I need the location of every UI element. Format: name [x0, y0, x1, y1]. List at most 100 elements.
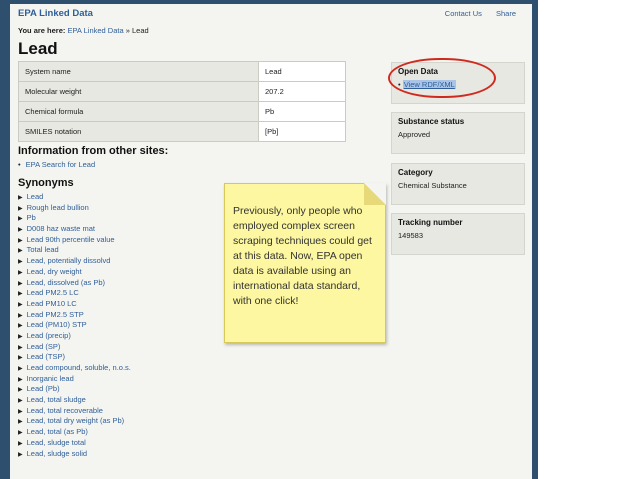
- expand-arrow-icon: ▶: [18, 195, 23, 201]
- table-row: Chemical formula Pb: [18, 101, 346, 122]
- synonym-label: Total lead: [26, 245, 59, 255]
- expand-arrow-icon: ▶: [18, 323, 23, 330]
- synonym-label: Lead PM2.5 STP: [26, 309, 84, 319]
- synonym-item[interactable]: ▶ Lead compound, soluble, n.o.s.: [18, 363, 131, 374]
- category-box: Category Chemical Substance: [391, 163, 525, 205]
- expand-arrow-icon: ▶: [18, 440, 23, 447]
- category-value: Chemical Substance: [398, 181, 467, 190]
- synonym-item[interactable]: ▶ Inorganic lead: [18, 374, 131, 385]
- expand-arrow-icon: ▶: [18, 344, 23, 351]
- expand-arrow-icon: ▶: [18, 333, 23, 340]
- expand-arrow-icon: ▶: [18, 355, 23, 362]
- expand-arrow-icon: ▶: [18, 398, 23, 405]
- property-key: System name: [18, 61, 259, 82]
- synonym-label: Lead (precip): [26, 330, 71, 340]
- expand-arrow-icon: ▶: [18, 216, 23, 223]
- synonym-label: Pb: [26, 213, 36, 223]
- synonym-item[interactable]: ▶ Lead PM2.5 LC: [18, 288, 131, 299]
- synonym-item[interactable]: ▶ D008 haz waste mat: [18, 224, 131, 235]
- share-link[interactable]: Share: [496, 9, 516, 18]
- property-value: [Pb]: [258, 121, 346, 142]
- substance-status-box: Substance status Approved: [391, 112, 525, 154]
- property-value: 207.2: [258, 81, 346, 102]
- browser-page: EPA Linked Data Contact Us Share You are…: [10, 0, 532, 479]
- site-header: EPA Linked Data Contact Us Share: [18, 8, 524, 24]
- synonym-item[interactable]: ▶ Lead (precip): [18, 331, 131, 342]
- annotation-text: Previously, only people who employed com…: [233, 205, 372, 307]
- synonym-item[interactable]: ▶ Lead (TSP): [18, 352, 131, 363]
- table-row: System name Lead: [18, 61, 346, 82]
- synonym-item[interactable]: ▶ Rough lead bullion: [18, 203, 131, 214]
- substance-status-title: Substance status: [398, 117, 465, 126]
- expand-arrow-icon: ▶: [18, 419, 23, 426]
- synonym-item[interactable]: ▶ Lead, total recoverable: [18, 406, 131, 417]
- synonym-label: Lead, sludge total: [26, 437, 86, 447]
- synonym-item[interactable]: ▶ Lead, total sludge: [18, 395, 131, 406]
- synonym-item[interactable]: ▶ Lead PM2.5 STP: [18, 310, 131, 321]
- synonym-item[interactable]: ▶ Lead (PM10) STP: [18, 320, 131, 331]
- synonym-label: Lead, dry weight: [26, 266, 82, 276]
- synonym-label: D008 haz waste mat: [26, 224, 95, 234]
- synonym-item[interactable]: ▶ Pb: [18, 213, 131, 224]
- expand-arrow-icon: ▶: [18, 291, 23, 298]
- property-value: Lead: [258, 61, 346, 82]
- expand-arrow-icon: ▶: [18, 408, 23, 415]
- synonym-label: Lead, total dry weight (as Pb): [26, 416, 125, 426]
- properties-table: System name Lead Molecular weight 207.2 …: [18, 61, 346, 142]
- expand-arrow-icon: ▶: [18, 451, 23, 458]
- breadcrumb-current: Lead: [132, 26, 149, 35]
- other-sites-heading: Information from other sites:: [18, 145, 169, 157]
- synonym-label: Lead, sludge solid: [26, 448, 88, 458]
- expand-arrow-icon: ▶: [18, 376, 23, 383]
- synonym-item[interactable]: ▶ Lead, sludge total: [18, 438, 131, 449]
- synonym-item[interactable]: ▶ Lead, total dry weight (as Pb): [18, 416, 131, 427]
- category-title: Category: [398, 168, 433, 177]
- synonym-item[interactable]: ▶ Lead, dissolved (as Pb): [18, 278, 131, 289]
- synonym-label: Rough lead bullion: [26, 202, 89, 212]
- synonym-item[interactable]: ▶ Lead, total (as Pb): [18, 427, 131, 438]
- breadcrumb-separator: »: [125, 26, 130, 35]
- synonym-item[interactable]: ▶ Lead, dry weight: [18, 267, 131, 278]
- highlight-oval: [388, 58, 496, 98]
- other-sites-list: EPA Search for Lead: [18, 160, 96, 170]
- expand-arrow-icon: ▶: [18, 269, 23, 276]
- expand-arrow-icon: ▶: [18, 237, 23, 244]
- expand-arrow-icon: ▶: [18, 205, 23, 212]
- expand-arrow-icon: ▶: [18, 312, 23, 319]
- synonym-label: Lead PM10 LC: [26, 298, 77, 308]
- contact-us-link[interactable]: Contact Us: [445, 9, 482, 18]
- synonym-label: Lead (TSP): [26, 352, 65, 362]
- breadcrumb-home-link[interactable]: EPA Linked Data: [67, 26, 123, 35]
- expand-arrow-icon: ▶: [18, 280, 23, 287]
- synonym-item[interactable]: ▶ Lead PM10 LC: [18, 299, 131, 310]
- synonym-item[interactable]: ▶ Lead: [18, 192, 131, 203]
- breadcrumb-label: You are here:: [18, 26, 66, 35]
- property-key: SMILES notation: [18, 121, 259, 142]
- window-left-edge: [0, 0, 10, 479]
- site-brand-link[interactable]: EPA Linked Data: [18, 8, 93, 19]
- synonym-item[interactable]: ▶ Lead (Pb): [18, 384, 131, 395]
- note-folded-corner: [364, 183, 386, 205]
- epa-search-link[interactable]: EPA Search for Lead: [18, 160, 96, 170]
- synonym-label: Lead, total (as Pb): [26, 427, 88, 437]
- annotation-sticky-note: Previously, only people who employed com…: [224, 183, 386, 343]
- expand-arrow-icon: ▶: [18, 366, 23, 372]
- window-right-edge: [532, 0, 538, 479]
- expand-arrow-icon: ▶: [18, 387, 23, 394]
- synonym-item[interactable]: ▶ Lead (SP): [18, 342, 131, 353]
- top-bar: [10, 0, 532, 4]
- expand-arrow-icon: ▶: [18, 259, 23, 266]
- synonym-item[interactable]: ▶ Lead, sludge solid: [18, 449, 131, 460]
- table-row: SMILES notation [Pb]: [18, 121, 346, 142]
- synonym-item[interactable]: ▶ Total lead: [18, 245, 131, 256]
- property-value: Pb: [258, 101, 346, 122]
- tracking-number-title: Tracking number: [398, 218, 463, 227]
- synonym-label: Lead (Pb): [26, 384, 60, 394]
- synonym-label: Lead (PM10) STP: [26, 320, 87, 330]
- synonym-label: Lead 90th percentile value: [26, 234, 115, 244]
- synonym-label: Lead, potentially dissolvd: [26, 256, 111, 266]
- synonym-item[interactable]: ▶ Lead, potentially dissolvd: [18, 256, 131, 267]
- synonym-item[interactable]: ▶ Lead 90th percentile value: [18, 235, 131, 246]
- header-links: Contact Us Share: [433, 9, 516, 18]
- breadcrumb: You are here: EPA Linked Data » Lead: [18, 26, 149, 35]
